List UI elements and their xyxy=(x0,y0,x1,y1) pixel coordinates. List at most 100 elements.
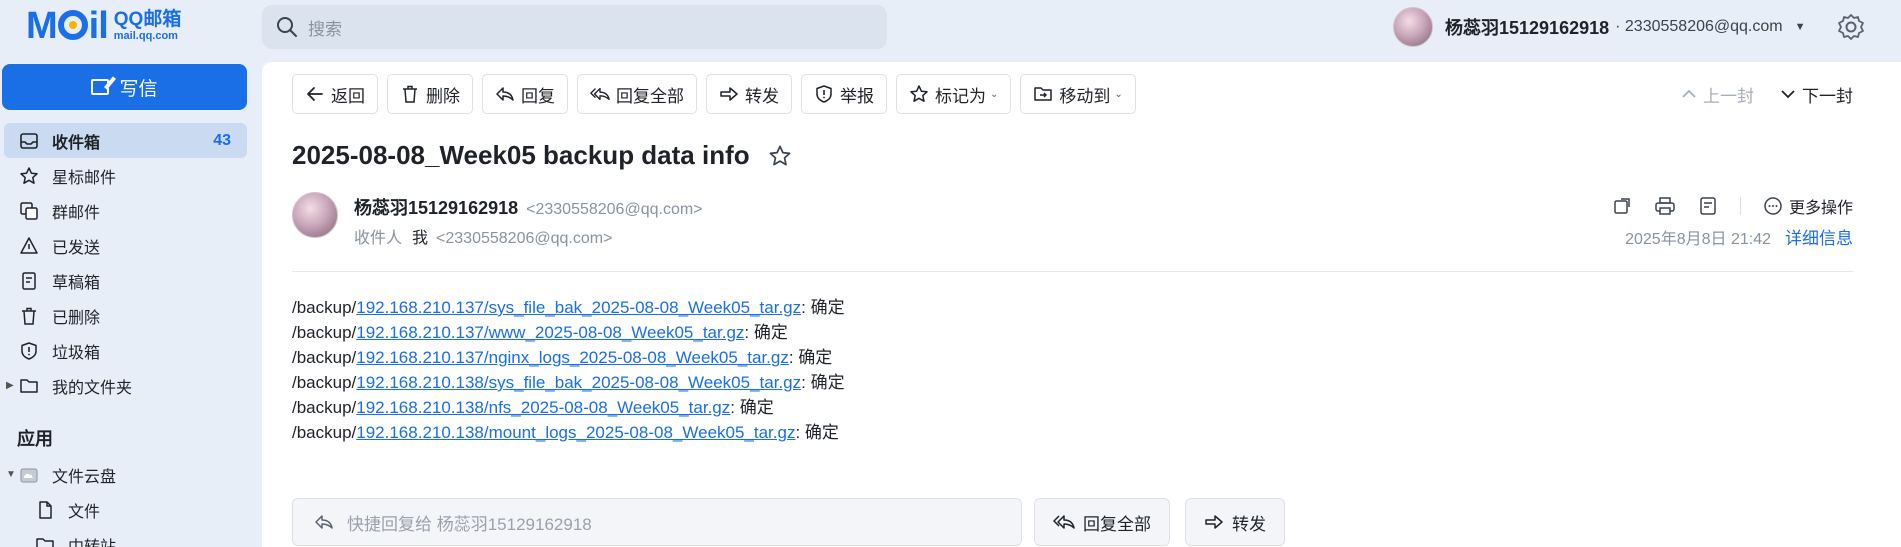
delete-label: 删除 xyxy=(426,86,460,106)
reply-button[interactable]: 回复 xyxy=(482,74,568,114)
sidebar-item-spam[interactable]: 垃圾箱 xyxy=(0,333,250,368)
sidebar-item-group-mail[interactable]: 群邮件 xyxy=(0,193,250,228)
message-actions: 更多操作 xyxy=(1612,194,1853,218)
sidebar-item-cloud-drive[interactable]: ▼ 文件云盘 xyxy=(0,457,250,492)
logo-wordmark: Mil xyxy=(26,5,109,47)
body-link[interactable]: 192.168.210.138/nfs_2025-08-08_Week05_ta… xyxy=(356,398,730,417)
sidebar-item-label: 星标邮件 xyxy=(52,169,117,187)
sidebar-item-transfer-station[interactable]: 中转站 xyxy=(0,527,250,547)
reply-label: 回复 xyxy=(521,86,555,106)
more-actions-button[interactable]: 更多操作 xyxy=(1763,194,1853,218)
move-to-label: 移动到 xyxy=(1059,86,1111,106)
user-account-menu[interactable]: 杨蕊羽15129162918 · 2330558206@qq.com ▼ xyxy=(1393,5,1805,49)
print-icon[interactable] xyxy=(1654,196,1676,216)
body-link[interactable]: 192.168.210.138/sys_file_bak_2025-08-08_… xyxy=(356,373,801,392)
user-name: 杨蕊羽15129162918 xyxy=(1445,18,1610,38)
unread-count-badge: 43 xyxy=(213,131,231,149)
recipient-me[interactable]: 我 xyxy=(412,224,428,248)
draft-icon xyxy=(18,270,40,292)
bottom-reply-all-label: 回复全部 xyxy=(1083,514,1151,534)
more-horizontal-icon xyxy=(1764,197,1782,215)
sender-avatar[interactable] xyxy=(292,192,338,238)
body-line: /backup/192.168.210.137/nginx_logs_2025-… xyxy=(292,348,833,367)
sidebar-item-label: 我的文件夹 xyxy=(52,379,133,397)
more-actions-label: 更多操作 xyxy=(1788,200,1853,217)
mail-pager: 上一封 下一封 xyxy=(1681,74,1853,114)
body-link[interactable]: 192.168.210.137/sys_file_bak_2025-08-08_… xyxy=(356,298,801,317)
avatar xyxy=(1393,7,1433,47)
reply-icon xyxy=(495,84,515,104)
sender-name[interactable]: 杨蕊羽15129162918 xyxy=(354,194,518,220)
delete-button[interactable]: 删除 xyxy=(387,74,473,114)
reply-all-button[interactable]: 回复全部 xyxy=(577,74,697,114)
body-line: /backup/192.168.210.137/www_2025-08-08_W… xyxy=(292,323,788,342)
mark-as-label: 标记为 xyxy=(935,86,986,106)
recipient-email: <2330558206@qq.com> xyxy=(436,230,613,247)
expand-triangle-icon[interactable]: ▶ xyxy=(6,380,14,391)
search-icon xyxy=(277,17,297,37)
forward-icon xyxy=(1205,515,1223,529)
sidebar-item-deleted[interactable]: 已删除 xyxy=(0,298,250,333)
sidebar-item-inbox[interactable]: 收件箱 43 xyxy=(4,123,247,158)
header-divider xyxy=(292,271,1853,272)
quick-reply-input[interactable]: 快捷回复给 杨蕊羽15129162918 xyxy=(292,498,1022,546)
sidebar-item-sent[interactable]: 已发送 xyxy=(0,228,250,263)
body-link[interactable]: 192.168.210.138/mount_logs_2025-08-08_We… xyxy=(356,423,795,442)
body-link[interactable]: 192.168.210.137/www_2025-08-08_Week05_ta… xyxy=(356,323,744,342)
file-icon xyxy=(34,499,56,521)
sender-line: 杨蕊羽15129162918 <2330558206@qq.com> xyxy=(354,194,703,220)
sidebar-item-starred[interactable]: 星标邮件 xyxy=(0,158,250,193)
sidebar-item-label: 垃圾箱 xyxy=(52,344,101,362)
sidebar-item-label: 群邮件 xyxy=(52,204,101,222)
search-input[interactable]: 搜索 xyxy=(262,5,887,49)
sidebar-nav: 收件箱 43 星标邮件 群邮件 已发送 草稿箱 已删除 垃圾箱 ▶ 我的文件夹 xyxy=(0,123,250,403)
move-to-dropdown[interactable]: 移动到 ⌄ xyxy=(1020,74,1136,114)
reply-icon xyxy=(315,515,333,529)
forward-icon xyxy=(719,84,739,104)
mail-subject: 2025-08-08_Week05 backup data info xyxy=(292,140,792,171)
apps-nav: ▼ 文件云盘 文件 中转站 xyxy=(0,457,250,547)
forward-button[interactable]: 转发 xyxy=(706,74,792,114)
trash-icon xyxy=(18,305,40,327)
chevron-down-icon: ⌄ xyxy=(1114,88,1123,100)
reply-all-icon xyxy=(1053,515,1075,529)
note-icon[interactable] xyxy=(1698,196,1718,216)
body-line: /backup/192.168.210.138/sys_file_bak_202… xyxy=(292,373,845,392)
previous-mail-label: 上一封 xyxy=(1703,86,1754,106)
compose-button[interactable]: 写信 xyxy=(2,64,247,110)
gear-icon[interactable] xyxy=(1836,12,1866,42)
qq-mail-logo[interactable]: Mil QQ邮箱 mail.qq.com xyxy=(26,6,181,46)
report-button[interactable]: 举报 xyxy=(801,74,887,114)
bottom-forward-label: 转发 xyxy=(1232,514,1266,534)
star-toggle-icon[interactable] xyxy=(768,144,792,168)
previous-mail-button[interactable]: 上一封 xyxy=(1681,82,1754,107)
chevron-down-icon xyxy=(1781,90,1795,99)
star-icon xyxy=(909,84,929,104)
caret-down-icon: ▼ xyxy=(1794,21,1806,33)
next-mail-button[interactable]: 下一封 xyxy=(1780,82,1853,107)
body-line: /backup/192.168.210.137/sys_file_bak_202… xyxy=(292,298,845,317)
sidebar-item-label: 已发送 xyxy=(52,239,101,257)
next-mail-label: 下一封 xyxy=(1802,86,1853,106)
mark-as-dropdown[interactable]: 标记为 ⌄ xyxy=(896,74,1012,114)
forward-label: 转发 xyxy=(745,86,779,106)
collapse-triangle-icon[interactable]: ▼ xyxy=(6,469,16,480)
bottom-reply-all-button[interactable]: 回复全部 xyxy=(1034,498,1170,546)
open-new-window-icon[interactable] xyxy=(1612,196,1632,216)
body-line: /backup/192.168.210.138/mount_logs_2025-… xyxy=(292,423,839,442)
body-link[interactable]: 192.168.210.137/nginx_logs_2025-08-08_We… xyxy=(356,348,789,367)
user-email: · 2330558206@qq.com xyxy=(1615,18,1783,35)
sidebar-item-drafts[interactable]: 草稿箱 xyxy=(0,263,250,298)
back-button[interactable]: 返回 xyxy=(292,74,378,114)
mail-body: /backup/192.168.210.137/sys_file_bak_202… xyxy=(292,295,845,445)
sidebar-item-my-folders[interactable]: ▶ 我的文件夹 xyxy=(0,368,250,403)
logo-title: QQ邮箱 xyxy=(113,8,182,30)
sidebar-item-files[interactable]: 文件 xyxy=(0,492,250,527)
details-link[interactable]: 详细信息 xyxy=(1785,224,1853,249)
back-label: 返回 xyxy=(331,86,365,106)
shield-alert-icon xyxy=(814,84,834,104)
group-mail-icon xyxy=(18,200,40,222)
divider xyxy=(1739,197,1741,215)
arrow-left-icon xyxy=(305,84,325,104)
bottom-forward-button[interactable]: 转发 xyxy=(1185,498,1285,546)
